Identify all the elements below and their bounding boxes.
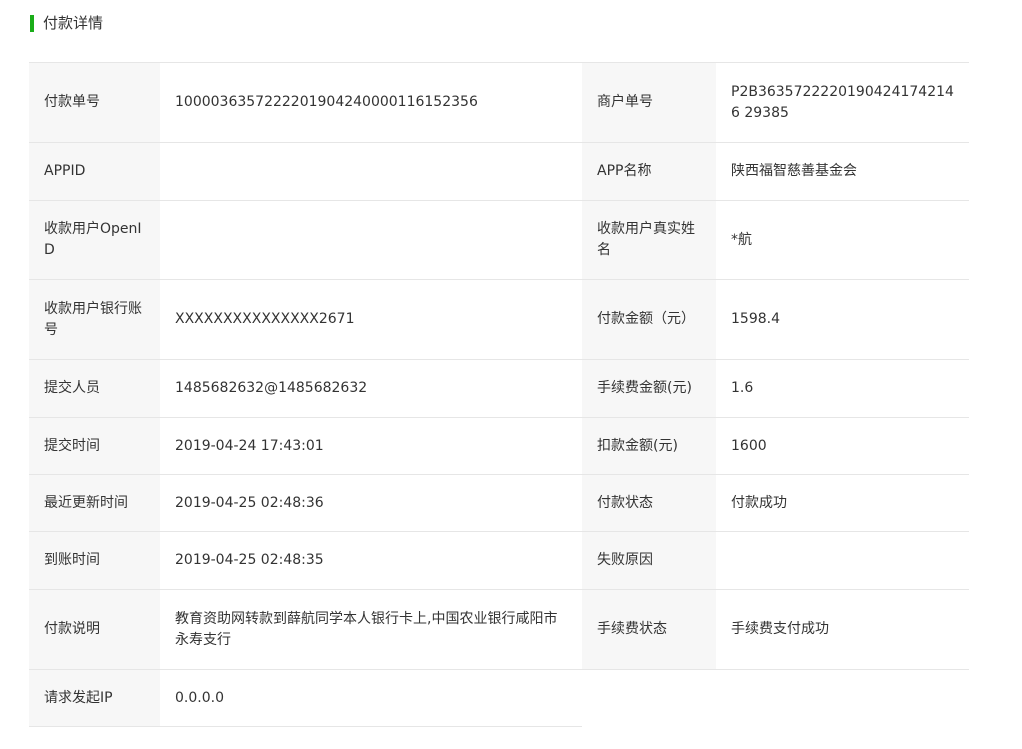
- fee-amount-value: 1.6: [716, 359, 969, 418]
- fee-status-label: 手续费状态: [582, 589, 716, 670]
- payment-detail-table: 付款单号 1000036357222201904240000116152356 …: [29, 62, 969, 727]
- payee-real-name-value: *航: [716, 200, 969, 280]
- fee-status-value: 手续费支付成功: [716, 589, 969, 670]
- table-row: 收款用户OpenID 收款用户真实姓名 *航: [29, 200, 969, 280]
- submitter-label: 提交人员: [29, 359, 160, 418]
- deduct-amount-label: 扣款金额(元): [582, 417, 716, 475]
- title-accent-bar: [30, 14, 34, 32]
- failure-reason-value: [716, 531, 969, 590]
- table-row: 提交时间 2019-04-24 17:43:01 扣款金额(元) 1600: [29, 417, 969, 475]
- payee-bank-account-label: 收款用户银行账号: [29, 279, 160, 360]
- page-title: 付款详情: [43, 14, 104, 32]
- arrival-time-label: 到账时间: [29, 531, 160, 590]
- payment-amount-label: 付款金额（元）: [582, 279, 716, 360]
- submit-time-label: 提交时间: [29, 417, 160, 475]
- last-update-time-label: 最近更新时间: [29, 474, 160, 532]
- app-name-value: 陕西福智慈善基金会: [716, 142, 969, 201]
- section-header: 付款详情: [30, 14, 103, 32]
- table-row: 提交人员 1485682632@1485682632 手续费金额(元) 1.6: [29, 359, 969, 418]
- payee-openid-value: [160, 200, 582, 280]
- fee-amount-label: 手续费金额(元): [582, 359, 716, 418]
- table-row: 收款用户银行账号 XXXXXXXXXXXXXXX2671 付款金额（元） 159…: [29, 279, 969, 360]
- payee-bank-account-value: XXXXXXXXXXXXXXX2671: [160, 279, 582, 360]
- payment-status-value: 付款成功: [716, 474, 969, 532]
- submitter-value: 1485682632@1485682632: [160, 359, 582, 418]
- app-name-label: APP名称: [582, 142, 716, 201]
- payment-note-label: 付款说明: [29, 589, 160, 670]
- payee-real-name-label: 收款用户真实姓名: [582, 200, 716, 280]
- table-row: 付款单号 1000036357222201904240000116152356 …: [29, 62, 969, 143]
- table-row: 到账时间 2019-04-25 02:48:35 失败原因: [29, 531, 969, 590]
- table-row: 请求发起IP 0.0.0.0: [29, 669, 969, 727]
- appid-value: [160, 142, 582, 201]
- payment-status-label: 付款状态: [582, 474, 716, 532]
- empty-cell: [582, 669, 969, 727]
- appid-label: APPID: [29, 142, 160, 201]
- arrival-time-value: 2019-04-25 02:48:35: [160, 531, 582, 590]
- merchant-no-value: P2B36357222201904241742146 29385: [716, 62, 969, 143]
- merchant-no-label: 商户单号: [582, 62, 716, 143]
- payment-no-value: 1000036357222201904240000116152356: [160, 62, 582, 143]
- failure-reason-label: 失败原因: [582, 531, 716, 590]
- last-update-time-value: 2019-04-25 02:48:36: [160, 474, 582, 532]
- payee-openid-label: 收款用户OpenID: [29, 200, 160, 280]
- table-row: 付款说明 教育资助网转款到薛航同学本人银行卡上,中国农业银行咸阳市永寿支行 手续…: [29, 589, 969, 670]
- payment-amount-value: 1598.4: [716, 279, 969, 360]
- table-row: APPID APP名称 陕西福智慈善基金会: [29, 142, 969, 201]
- submit-time-value: 2019-04-24 17:43:01: [160, 417, 582, 475]
- request-ip-value: 0.0.0.0: [160, 669, 582, 727]
- deduct-amount-value: 1600: [716, 417, 969, 475]
- payment-note-value: 教育资助网转款到薛航同学本人银行卡上,中国农业银行咸阳市永寿支行: [160, 589, 582, 670]
- request-ip-label: 请求发起IP: [29, 669, 160, 727]
- payment-no-label: 付款单号: [29, 62, 160, 143]
- table-row: 最近更新时间 2019-04-25 02:48:36 付款状态 付款成功: [29, 474, 969, 532]
